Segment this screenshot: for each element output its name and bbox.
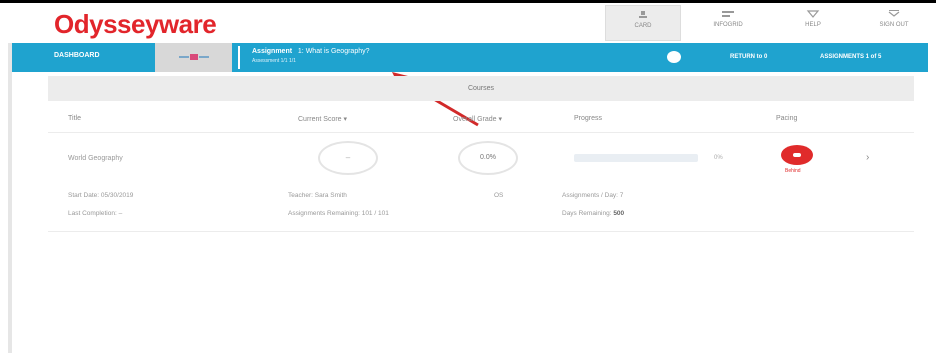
assignments-button[interactable]: ASSIGNMENTS 1 of 5: [820, 54, 881, 60]
help-button-label: HELP: [805, 22, 821, 28]
course-title[interactable]: World Geography: [68, 155, 123, 162]
col-current-score-label: Current Score: [298, 116, 342, 123]
current-score-badge: –: [318, 141, 378, 175]
sign-out-icon: [888, 10, 900, 17]
assignment-subtitle: Assessment 1/1 1/1: [252, 58, 296, 64]
return-button[interactable]: RETURN to 0: [730, 54, 767, 60]
app-header: Odysseyware CARD INFOGRID HELP SIGN OUT: [8, 3, 930, 43]
chat-icon[interactable]: [667, 51, 681, 63]
col-current-score[interactable]: Current Score ▾: [298, 115, 347, 123]
pacing-indicator: [781, 145, 813, 165]
infogrid-button-label: INFOGRID: [713, 22, 743, 28]
help-button[interactable]: HELP: [775, 5, 851, 41]
courses-header: Courses: [48, 76, 914, 101]
calendar-icon: [179, 54, 209, 60]
col-overall-grade[interactable]: Overall Grade ▾: [453, 115, 502, 123]
expand-chevron-icon[interactable]: ›: [866, 152, 869, 163]
calendar-tab[interactable]: [155, 43, 232, 72]
sort-icon: ▾: [343, 116, 348, 123]
progress-percent: 0%: [714, 155, 723, 161]
help-icon: [806, 10, 820, 18]
days-remaining-label: Days Remaining:: [562, 210, 612, 217]
teacher-name: Teacher: Sara Smith: [288, 192, 347, 199]
assignment-label: Assignment: [252, 48, 293, 55]
row-divider: [48, 132, 914, 133]
infogrid-icon: [722, 11, 734, 17]
assignment-name: 1: What is Geography?: [297, 48, 370, 55]
overall-grade-badge: 0.0%: [458, 141, 518, 175]
row-divider: [48, 231, 914, 232]
dashboard-link[interactable]: DASHBOARD: [54, 52, 100, 59]
assignment-title[interactable]: Assignment 1: What is Geography?: [252, 48, 370, 55]
last-completion: Last Completion: –: [68, 210, 123, 217]
col-pacing: Pacing: [776, 115, 798, 122]
odysseyware-logo[interactable]: Odysseyware: [54, 9, 217, 40]
nav-divider: [238, 46, 240, 69]
start-date: Start Date: 05/30/2019: [68, 192, 134, 199]
sign-out-button[interactable]: SIGN OUT: [856, 5, 932, 41]
left-rail: [8, 43, 12, 353]
assignment-navbar: DASHBOARD Assignment 1: What is Geograph…: [12, 43, 928, 72]
assignments-per-day: Assignments / Day: 7: [562, 192, 624, 199]
card-icon: [639, 11, 647, 18]
days-remaining: Days Remaining: 500: [562, 210, 624, 217]
sort-icon: ▾: [498, 116, 503, 123]
progress-bar: [574, 154, 698, 162]
sign-out-button-label: SIGN OUT: [879, 22, 909, 28]
infogrid-button[interactable]: INFOGRID: [690, 5, 766, 41]
col-title: Title: [68, 115, 81, 122]
days-remaining-value: 500: [613, 210, 625, 217]
card-button[interactable]: CARD: [605, 5, 681, 41]
detail-extra: OS: [494, 192, 504, 199]
card-button-label: CARD: [634, 23, 652, 29]
col-overall-grade-label: Overall Grade: [453, 116, 497, 123]
courses-panel: Courses Title Current Score ▾ Overall Gr…: [48, 76, 914, 236]
assignments-remaining: Assignments Remaining: 101 / 101: [288, 210, 389, 217]
col-progress: Progress: [574, 115, 603, 122]
pacing-label: Behind: [785, 168, 801, 174]
